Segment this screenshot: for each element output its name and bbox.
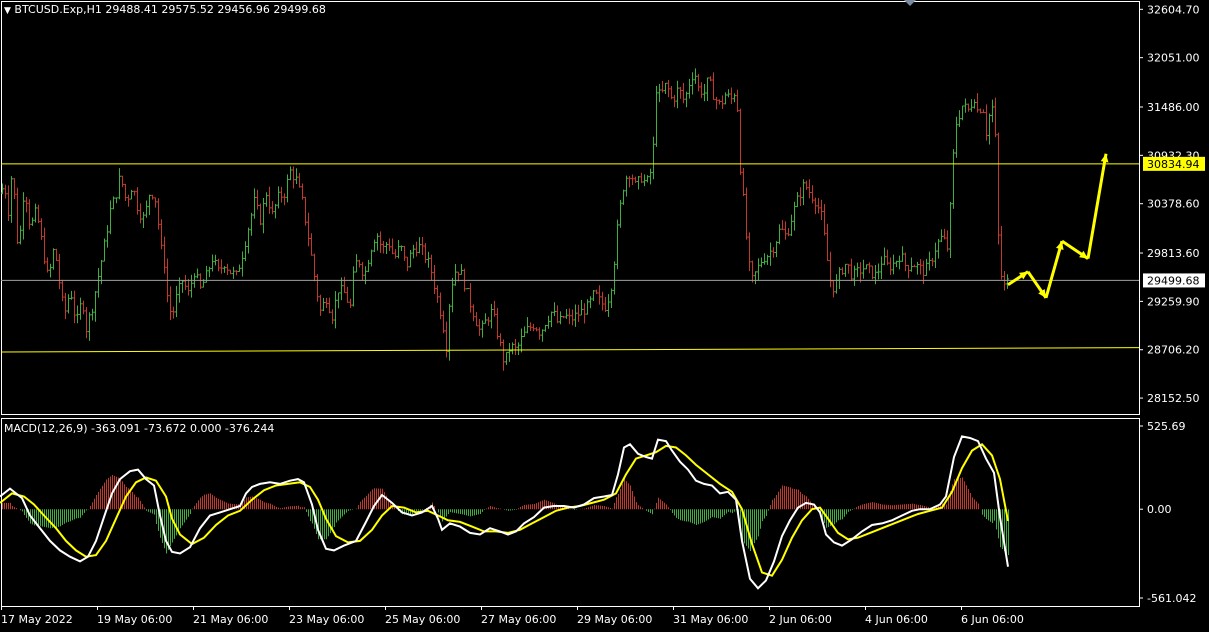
macd-header: MACD(12,26,9) -363.091 -73.672 0.000 -37… [4, 422, 274, 435]
candlestick-series [1, 68, 1009, 371]
chart-window[interactable]: 32604.70 32051.00 31486.00 30932.30 30378.60… [0, 0, 1209, 628]
price-tick-label: 31486.00 [1147, 101, 1200, 114]
time-tick-label: 2 Jun 06:00 [769, 613, 832, 626]
resistance-price-label: 30834.94 [1147, 158, 1200, 171]
chart-canvas[interactable]: 32604.7032051.0031486.0030932.3030378.60… [0, 0, 1209, 628]
price-tick-label: 30378.60 [1147, 198, 1200, 211]
time-tick-label: 27 May 06:00 [481, 613, 556, 626]
collapse-triangle-icon[interactable]: ▼ [4, 6, 11, 16]
trendline [0, 347, 1140, 353]
support-trendline [0, 347, 1140, 353]
price-tick-label: 29813.60 [1147, 247, 1200, 260]
time-tick-label: 31 May 06:00 [673, 613, 748, 626]
price-axis: 32604.7032051.0031486.0030932.3030378.60… [1139, 3, 1205, 405]
time-tick-label: 29 May 06:00 [577, 613, 652, 626]
forecast-arrows [1007, 153, 1109, 299]
time-tick-label: 6 Jun 06:00 [961, 613, 1024, 626]
time-tick-label: 25 May 06:00 [385, 613, 460, 626]
main-panel-frame [1, 1, 1140, 415]
time-tick-label: 4 Jun 06:00 [865, 613, 928, 626]
time-tick-label: 23 May 06:00 [289, 613, 364, 626]
price-tick-label: 29259.90 [1147, 295, 1200, 308]
macd-tick-label: 0.00 [1147, 503, 1172, 516]
price-tick-label: 32604.70 [1147, 3, 1200, 16]
macd-signal-line [0, 443, 1009, 577]
macd-lines [0, 435, 1009, 590]
time-tick-label: 21 May 06:00 [193, 613, 268, 626]
scroll-marker-icon[interactable] [904, 0, 916, 6]
price-tick-label: 28706.20 [1147, 344, 1200, 357]
macd-axis: 525.69 0.00 -561.042 [1139, 420, 1196, 605]
macd-tick-label: 525.69 [1147, 420, 1186, 433]
price-tick-label: 32051.00 [1147, 52, 1200, 65]
forecast-arrow-segment [1044, 240, 1064, 299]
forecast-arrow-segment [1086, 153, 1108, 259]
time-tick-label: 17 May 2022 [1, 613, 73, 626]
macd-tick-label: -561.042 [1147, 592, 1196, 605]
macd-params-text: MACD(12,26,9) -363.091 -73.672 0.000 -37… [4, 422, 275, 435]
price-tick-label: 28152.50 [1147, 392, 1200, 405]
symbol-header: ▼ BTCUSD.Exp,H1 29488.41 29575.52 29456.… [4, 3, 326, 16]
current-price-label: 29499.68 [1147, 274, 1200, 287]
time-tick-label: 19 May 06:00 [97, 613, 172, 626]
symbol-ohlc-text: BTCUSD.Exp,H1 29488.41 29575.52 29456.96… [14, 3, 326, 16]
macd-main-line [0, 435, 1009, 590]
time-axis: 17 May 2022 19 May 06:00 21 May 06:00 23 Ma… [1, 606, 1024, 626]
